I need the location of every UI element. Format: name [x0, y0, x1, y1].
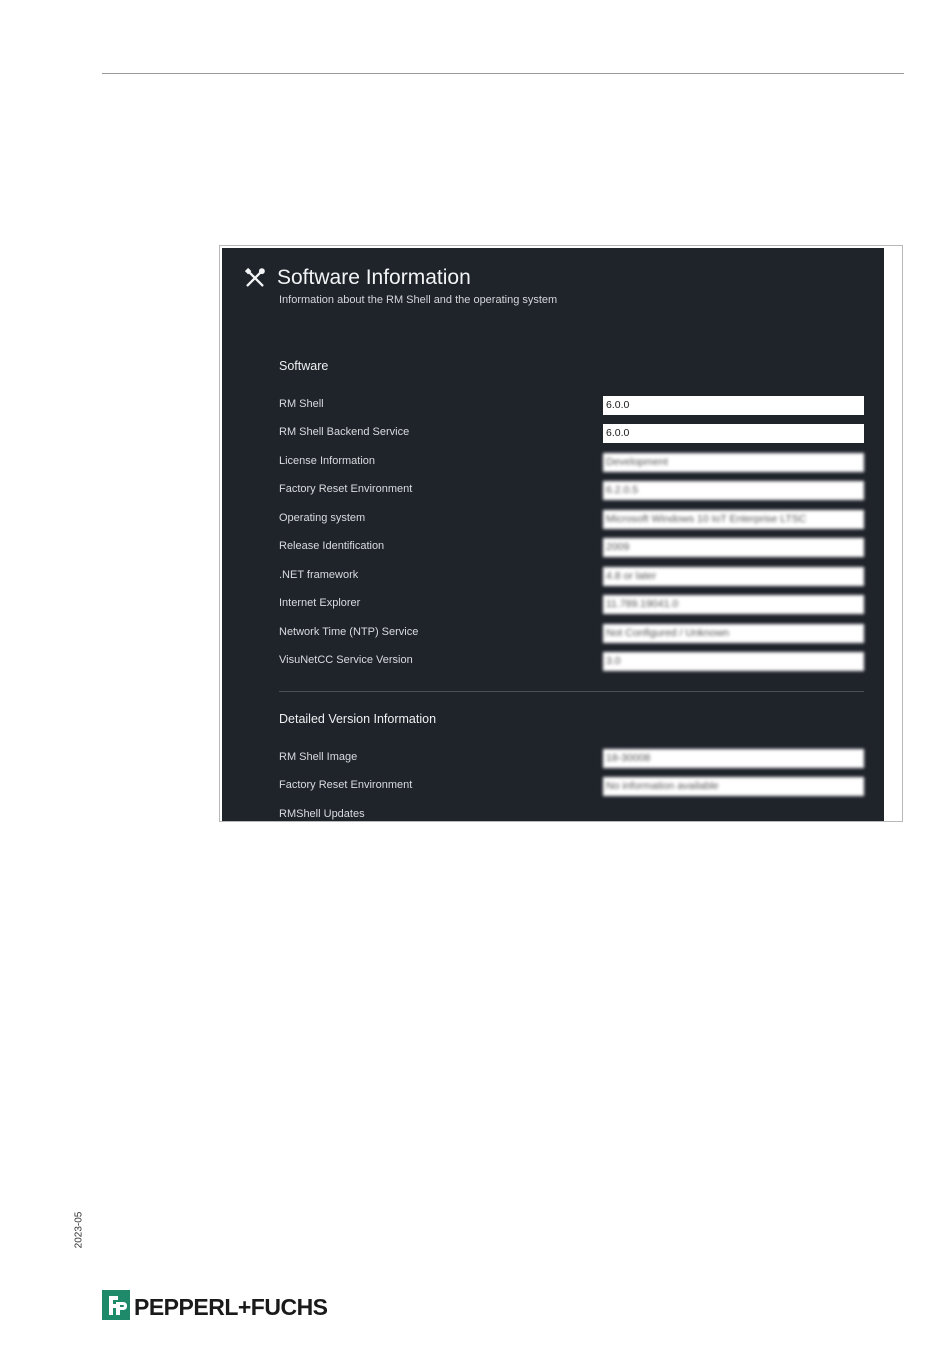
brand-logo: PEPPERL+FUCHS [102, 1290, 362, 1322]
section-divider [279, 691, 864, 692]
value-rm-shell-backend[interactable]: 6.0.0 [603, 424, 864, 443]
header-rule [102, 73, 904, 74]
value-ntp-service[interactable]: Not Configured / Unknown [603, 624, 864, 643]
value-operating-system[interactable]: Microsoft Windows 10 IoT Enterprise LTSC [603, 510, 864, 529]
document-date-code: 2023-05 [72, 1210, 86, 1250]
brand-name: PEPPERL+FUCHS [134, 1294, 328, 1320]
section-heading-software: Software [279, 359, 329, 373]
value-internet-explorer[interactable]: 11.789.19041.0 [603, 595, 864, 614]
label-factory-reset: Factory Reset Environment [279, 483, 413, 495]
label-rmshell-updates: RMShell Updates [279, 808, 365, 820]
screenshot-figure: Software Information Information about t… [219, 245, 903, 822]
value-visunetcc-version[interactable]: 3.0 [603, 652, 864, 671]
label-rm-shell-backend: RM Shell Backend Service [279, 426, 410, 438]
label-rm-shell: RM Shell [279, 398, 324, 410]
value-rm-shell-image[interactable]: 18-30008 [603, 749, 864, 768]
label-visunetcc-version: VisuNetCC Service Version [279, 654, 413, 666]
date-code-text: 2023-05 [73, 1211, 85, 1249]
section-heading-detailed-version: Detailed Version Information [279, 712, 437, 726]
value-detailed-factory-reset[interactable]: No information available [603, 777, 864, 796]
label-operating-system: Operating system [279, 512, 366, 524]
value-net-framework[interactable]: 4.8 or later [603, 567, 864, 586]
label-license-information: License Information [279, 455, 375, 467]
value-license-information[interactable]: Development [603, 453, 864, 472]
value-factory-reset[interactable]: 6.2.0.5 [603, 481, 864, 500]
page-title: Software Information [277, 266, 471, 289]
tools-icon [244, 267, 265, 287]
value-rm-shell[interactable]: 6.0.0 [603, 396, 864, 415]
page-subtitle: Information about the RM Shell and the o… [279, 294, 558, 306]
label-detailed-factory-reset: Factory Reset Environment [279, 779, 413, 791]
software-information-panel: Software Information Information about t… [222, 248, 884, 821]
label-release-identification: Release Identification [279, 540, 385, 552]
label-net-framework: .NET framework [279, 569, 359, 581]
label-rm-shell-image: RM Shell Image [279, 751, 358, 763]
logo-mark-icon [102, 1290, 130, 1320]
value-release-identification[interactable]: 2009 [603, 538, 864, 557]
label-internet-explorer: Internet Explorer [279, 597, 361, 609]
label-ntp-service: Network Time (NTP) Service [279, 626, 419, 638]
